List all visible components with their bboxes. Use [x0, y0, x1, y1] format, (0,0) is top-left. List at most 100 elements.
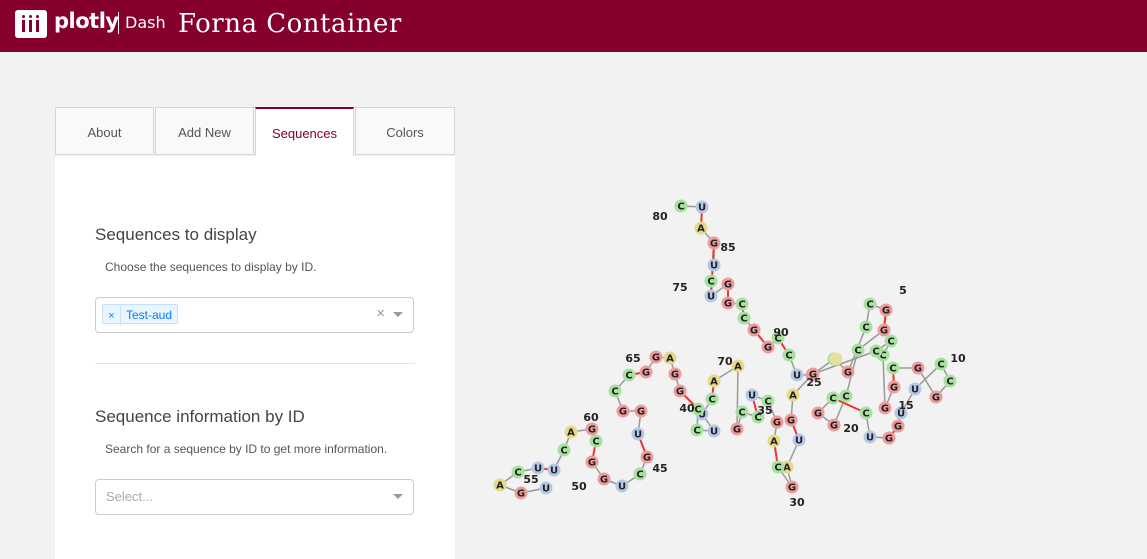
nucleotide[interactable]: G: [784, 413, 798, 427]
nucleotide[interactable]: G: [616, 404, 630, 418]
tab-about[interactable]: About: [55, 107, 154, 155]
nucleotide[interactable]: C: [622, 368, 636, 382]
nucleotide[interactable]: U: [547, 463, 561, 477]
nucleotide[interactable]: C: [633, 467, 647, 481]
nucleotide[interactable]: G: [882, 431, 896, 445]
nucleotide[interactable]: U: [745, 388, 759, 402]
nucleotide[interactable]: G: [761, 340, 775, 354]
nucleotide[interactable]: A: [707, 374, 721, 388]
nucleotide[interactable]: C: [690, 423, 704, 437]
nucleotide[interactable]: G: [827, 418, 841, 432]
nucleotide[interactable]: C: [589, 434, 603, 448]
sequences-dropdown[interactable]: × Test-aud ×: [95, 297, 414, 333]
nucleotide[interactable]: G: [597, 472, 611, 486]
nucleotide[interactable]: C: [737, 311, 751, 325]
plotly-logo-icon[interactable]: [15, 10, 47, 38]
nucleotide[interactable]: G: [841, 365, 855, 379]
nucleotide[interactable]: C: [735, 405, 749, 419]
nucleotide[interactable]: U: [631, 427, 645, 441]
nucleotide[interactable]: G: [639, 365, 653, 379]
nucleotide[interactable]: G: [668, 367, 682, 381]
nucleotide[interactable]: G: [878, 401, 892, 415]
nucleotide[interactable]: U: [707, 424, 721, 438]
nucleotide[interactable]: U: [863, 430, 877, 444]
nucleotide[interactable]: G: [891, 419, 905, 433]
nucleotide[interactable]: C: [735, 297, 749, 311]
tab-colors[interactable]: Colors: [355, 107, 455, 155]
nucleotide[interactable]: U: [695, 200, 709, 214]
nucleotide[interactable]: U: [790, 368, 804, 382]
nucleotide[interactable]: G: [707, 236, 721, 250]
nucleotide[interactable]: G: [585, 422, 599, 436]
nucleotide-letter: G: [724, 280, 732, 291]
nucleotide[interactable]: G: [811, 406, 825, 420]
nucleotide[interactable]: C: [826, 391, 840, 405]
nucleotide[interactable]: G: [730, 422, 744, 436]
nucleotide[interactable]: G: [785, 480, 799, 494]
chevron-down-icon[interactable]: [393, 494, 403, 499]
nucleotide[interactable]: A: [663, 351, 677, 365]
nucleotide[interactable]: G: [673, 384, 687, 398]
nucleotide[interactable]: U: [539, 481, 553, 495]
tab-add-new[interactable]: Add New: [155, 107, 254, 155]
nucleotide[interactable]: G: [721, 277, 735, 291]
nucleotide[interactable]: C: [608, 384, 622, 398]
sequence-info-dropdown[interactable]: Select...: [95, 479, 414, 515]
nucleotide-letter: A: [734, 362, 742, 373]
nucleotide[interactable]: C: [705, 392, 719, 406]
nucleotide-letter: C: [677, 202, 684, 213]
nucleotide[interactable]: A: [786, 388, 800, 402]
nucleotide[interactable]: U: [792, 433, 806, 447]
nucleotide-letter: C: [707, 277, 714, 288]
nucleotide[interactable]: C: [782, 348, 796, 362]
nucleotide-letter: U: [634, 430, 642, 441]
nucleotide[interactable]: C: [704, 274, 718, 288]
chip-label: Test-aud: [126, 308, 173, 322]
nucleotide[interactable]: G: [585, 455, 599, 469]
nucleotide[interactable]: C: [934, 357, 948, 371]
nucleotide[interactable]: G: [879, 303, 893, 317]
nucleotide[interactable]: C: [557, 443, 571, 457]
nucleotide[interactable]: U: [707, 258, 721, 272]
nucleotide[interactable]: G: [929, 390, 943, 404]
tab-bar: About Add New Sequences Colors: [55, 107, 455, 157]
nucleotide[interactable]: G: [634, 404, 648, 418]
nucleotide[interactable]: C: [674, 199, 688, 213]
index-label: 5: [899, 284, 907, 297]
nucleotide[interactable]: C: [771, 460, 785, 474]
nucleotide[interactable]: U: [704, 289, 718, 303]
nucleotide-letter: G: [642, 368, 650, 379]
nucleotide[interactable]: C: [869, 344, 883, 358]
nucleotide[interactable]: U: [615, 479, 629, 493]
tab-sequences[interactable]: Sequences: [255, 107, 354, 157]
nucleotide[interactable]: C: [884, 334, 898, 348]
nucleotide[interactable]: A: [694, 221, 708, 235]
nucleotide[interactable]: G: [911, 361, 925, 375]
nucleotide[interactable]: G: [721, 296, 735, 310]
nucleotide[interactable]: A: [493, 478, 507, 492]
clear-icon[interactable]: ×: [376, 305, 385, 322]
nucleotide[interactable]: C: [851, 343, 865, 357]
nucleotide[interactable]: G: [770, 415, 784, 429]
nucleotide[interactable]: C: [886, 361, 900, 375]
page-title: Forna Container: [178, 9, 402, 39]
nucleotide[interactable]: C: [859, 320, 873, 334]
index-label: 90: [773, 326, 789, 339]
nucleotide[interactable]: G: [649, 350, 663, 364]
nucleotide[interactable]: G: [887, 380, 901, 394]
nucleotide[interactable]: C: [943, 374, 957, 388]
nucleotide[interactable]: G: [877, 323, 891, 337]
nucleotide[interactable]: C: [839, 389, 853, 403]
nucleotide[interactable]: G: [747, 323, 761, 337]
nucleotide[interactable]: A: [731, 359, 745, 373]
nucleotide[interactable]: G: [514, 486, 528, 500]
nucleotide[interactable]: U: [908, 382, 922, 396]
highlight-node[interactable]: [829, 352, 843, 366]
nucleotide[interactable]: A: [767, 434, 781, 448]
chip-remove-icon[interactable]: ×: [103, 306, 121, 326]
forna-container[interactable]: CUAGUCUGGCCGGCCUGCGCCGGCCGGCCUGGUUCCGGCG…: [470, 150, 1147, 559]
chevron-down-icon[interactable]: [393, 312, 403, 317]
nucleotide[interactable]: C: [859, 406, 873, 420]
nucleotide[interactable]: A: [564, 425, 578, 439]
nucleotide[interactable]: C: [863, 297, 877, 311]
